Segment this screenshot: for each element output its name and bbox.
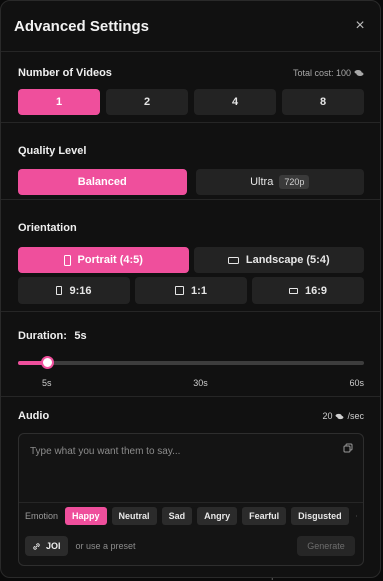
- duration-tick-mid: 30s: [193, 378, 208, 388]
- square-frame-icon: [175, 286, 185, 295]
- total-cost: Total cost: 100: [293, 68, 364, 78]
- videos-option-1[interactable]: 1: [18, 89, 100, 115]
- chevron-right-icon[interactable]: [355, 511, 357, 521]
- quality-section: Quality Level Balanced Ultra 720p: [1, 123, 380, 200]
- orientation-option-portrait[interactable]: Portrait (4:5): [18, 247, 189, 273]
- videos-section: Number of Videos Total cost: 100 1 2 4 8: [1, 52, 380, 123]
- preset-hint-text: or use a preset: [75, 541, 136, 551]
- advanced-settings-dialog: Advanced Settings × Number of Videos Tot…: [0, 0, 381, 578]
- emotion-chip-sad[interactable]: Sad: [161, 507, 193, 525]
- quality-options: Balanced Ultra 720p: [18, 169, 364, 195]
- quality-option-balanced[interactable]: Balanced: [18, 169, 187, 195]
- quality-label: Quality Level: [18, 145, 87, 157]
- orientation-option-9-16[interactable]: 9:16: [18, 277, 130, 304]
- duration-tick-min: 5s: [42, 378, 52, 388]
- orientation-option-label: 9:16: [69, 284, 92, 297]
- total-cost-text: Total cost: 100: [292, 68, 351, 78]
- orientation-secondary-options: 9:16 1:1 16:9: [18, 277, 364, 304]
- orientation-section: Orientation Portrait (4:5) Landscape (5:…: [1, 200, 380, 312]
- orientation-option-1-1[interactable]: 1:1: [135, 277, 247, 304]
- videos-option-label: 4: [231, 96, 239, 108]
- videos-option-label: 2: [143, 96, 151, 108]
- dialog-header: Advanced Settings ×: [1, 1, 380, 52]
- duration-label: Duration:: [18, 330, 67, 342]
- horizontal-frame-icon: [288, 287, 298, 294]
- joi-button[interactable]: JOI: [25, 536, 68, 556]
- orientation-option-label: Portrait (4:5): [77, 254, 143, 266]
- audio-rate-value: 20: [322, 411, 333, 421]
- close-icon[interactable]: ×: [352, 17, 368, 35]
- emotion-row: Emotion Happy Neutral Sad Angry Fearful …: [19, 502, 363, 529]
- orientation-option-label: 1:1: [191, 284, 207, 297]
- copy-icon[interactable]: [343, 443, 353, 453]
- orientation-primary-options: Portrait (4:5) Landscape (5:4): [18, 247, 364, 273]
- duration-ticks: 5s 30s 60s: [18, 378, 364, 388]
- orientation-option-label: 16:9: [304, 284, 328, 297]
- videos-option-label: 1: [55, 96, 63, 108]
- landscape-icon: [227, 256, 239, 264]
- audio-rate-suffix: /sec: [347, 411, 364, 421]
- duration-value: 5s: [74, 330, 87, 342]
- quality-option-label: Balanced: [77, 176, 127, 188]
- orientation-option-landscape[interactable]: Landscape (5:4): [193, 247, 364, 273]
- orientation-option-16-9[interactable]: 16:9: [252, 277, 364, 304]
- coins-icon: [354, 70, 364, 76]
- audio-input-box: Emotion Happy Neutral Sad Angry Fearful …: [18, 433, 364, 566]
- coins-icon: [336, 413, 344, 419]
- audio-section: Audio 20 /sec Emotion Happy Neutral Sad …: [1, 397, 380, 566]
- emotion-chip-disgusted[interactable]: Disgusted: [291, 507, 349, 525]
- joi-label: JOI: [46, 541, 61, 551]
- audio-bottom-row: JOI or use a preset Generate: [25, 534, 355, 558]
- quality-option-label: Ultra: [250, 176, 274, 188]
- videos-label: Number of Videos: [18, 67, 112, 79]
- duration-slider-thumb[interactable]: [41, 356, 54, 369]
- audio-rate: 20 /sec: [322, 411, 364, 421]
- emotion-chip-happy[interactable]: Happy: [65, 507, 107, 525]
- dialog-title: Advanced Settings: [14, 17, 150, 35]
- videos-option-8[interactable]: 8: [282, 89, 364, 115]
- portrait-icon: [63, 254, 71, 266]
- videos-options: 1 2 4 8: [18, 89, 364, 115]
- videos-option-label: 8: [319, 96, 327, 108]
- vertical-frame-icon: [56, 286, 63, 295]
- orientation-option-label: Landscape (5:4): [245, 254, 330, 266]
- orientation-label: Orientation: [18, 222, 77, 234]
- link-icon: [33, 542, 40, 550]
- emotion-chip-fearful[interactable]: Fearful: [242, 507, 287, 525]
- duration-tick-max: 60s: [349, 378, 364, 388]
- videos-option-2[interactable]: 2: [106, 89, 188, 115]
- emotion-chip-neutral[interactable]: Neutral: [111, 507, 157, 525]
- resolution-badge: 720p: [279, 175, 310, 189]
- emotion-chip-angry[interactable]: Angry: [197, 507, 238, 525]
- generate-button[interactable]: Generate: [297, 536, 355, 556]
- quality-option-ultra[interactable]: Ultra 720p: [195, 169, 364, 195]
- videos-option-4[interactable]: 4: [194, 89, 276, 115]
- emotion-label: Emotion: [25, 511, 59, 521]
- duration-slider[interactable]: [18, 356, 364, 369]
- speech-text-input[interactable]: [28, 444, 339, 498]
- audio-label: Audio: [18, 410, 50, 422]
- duration-section: Duration: 5s 5s 30s 60s: [1, 312, 380, 397]
